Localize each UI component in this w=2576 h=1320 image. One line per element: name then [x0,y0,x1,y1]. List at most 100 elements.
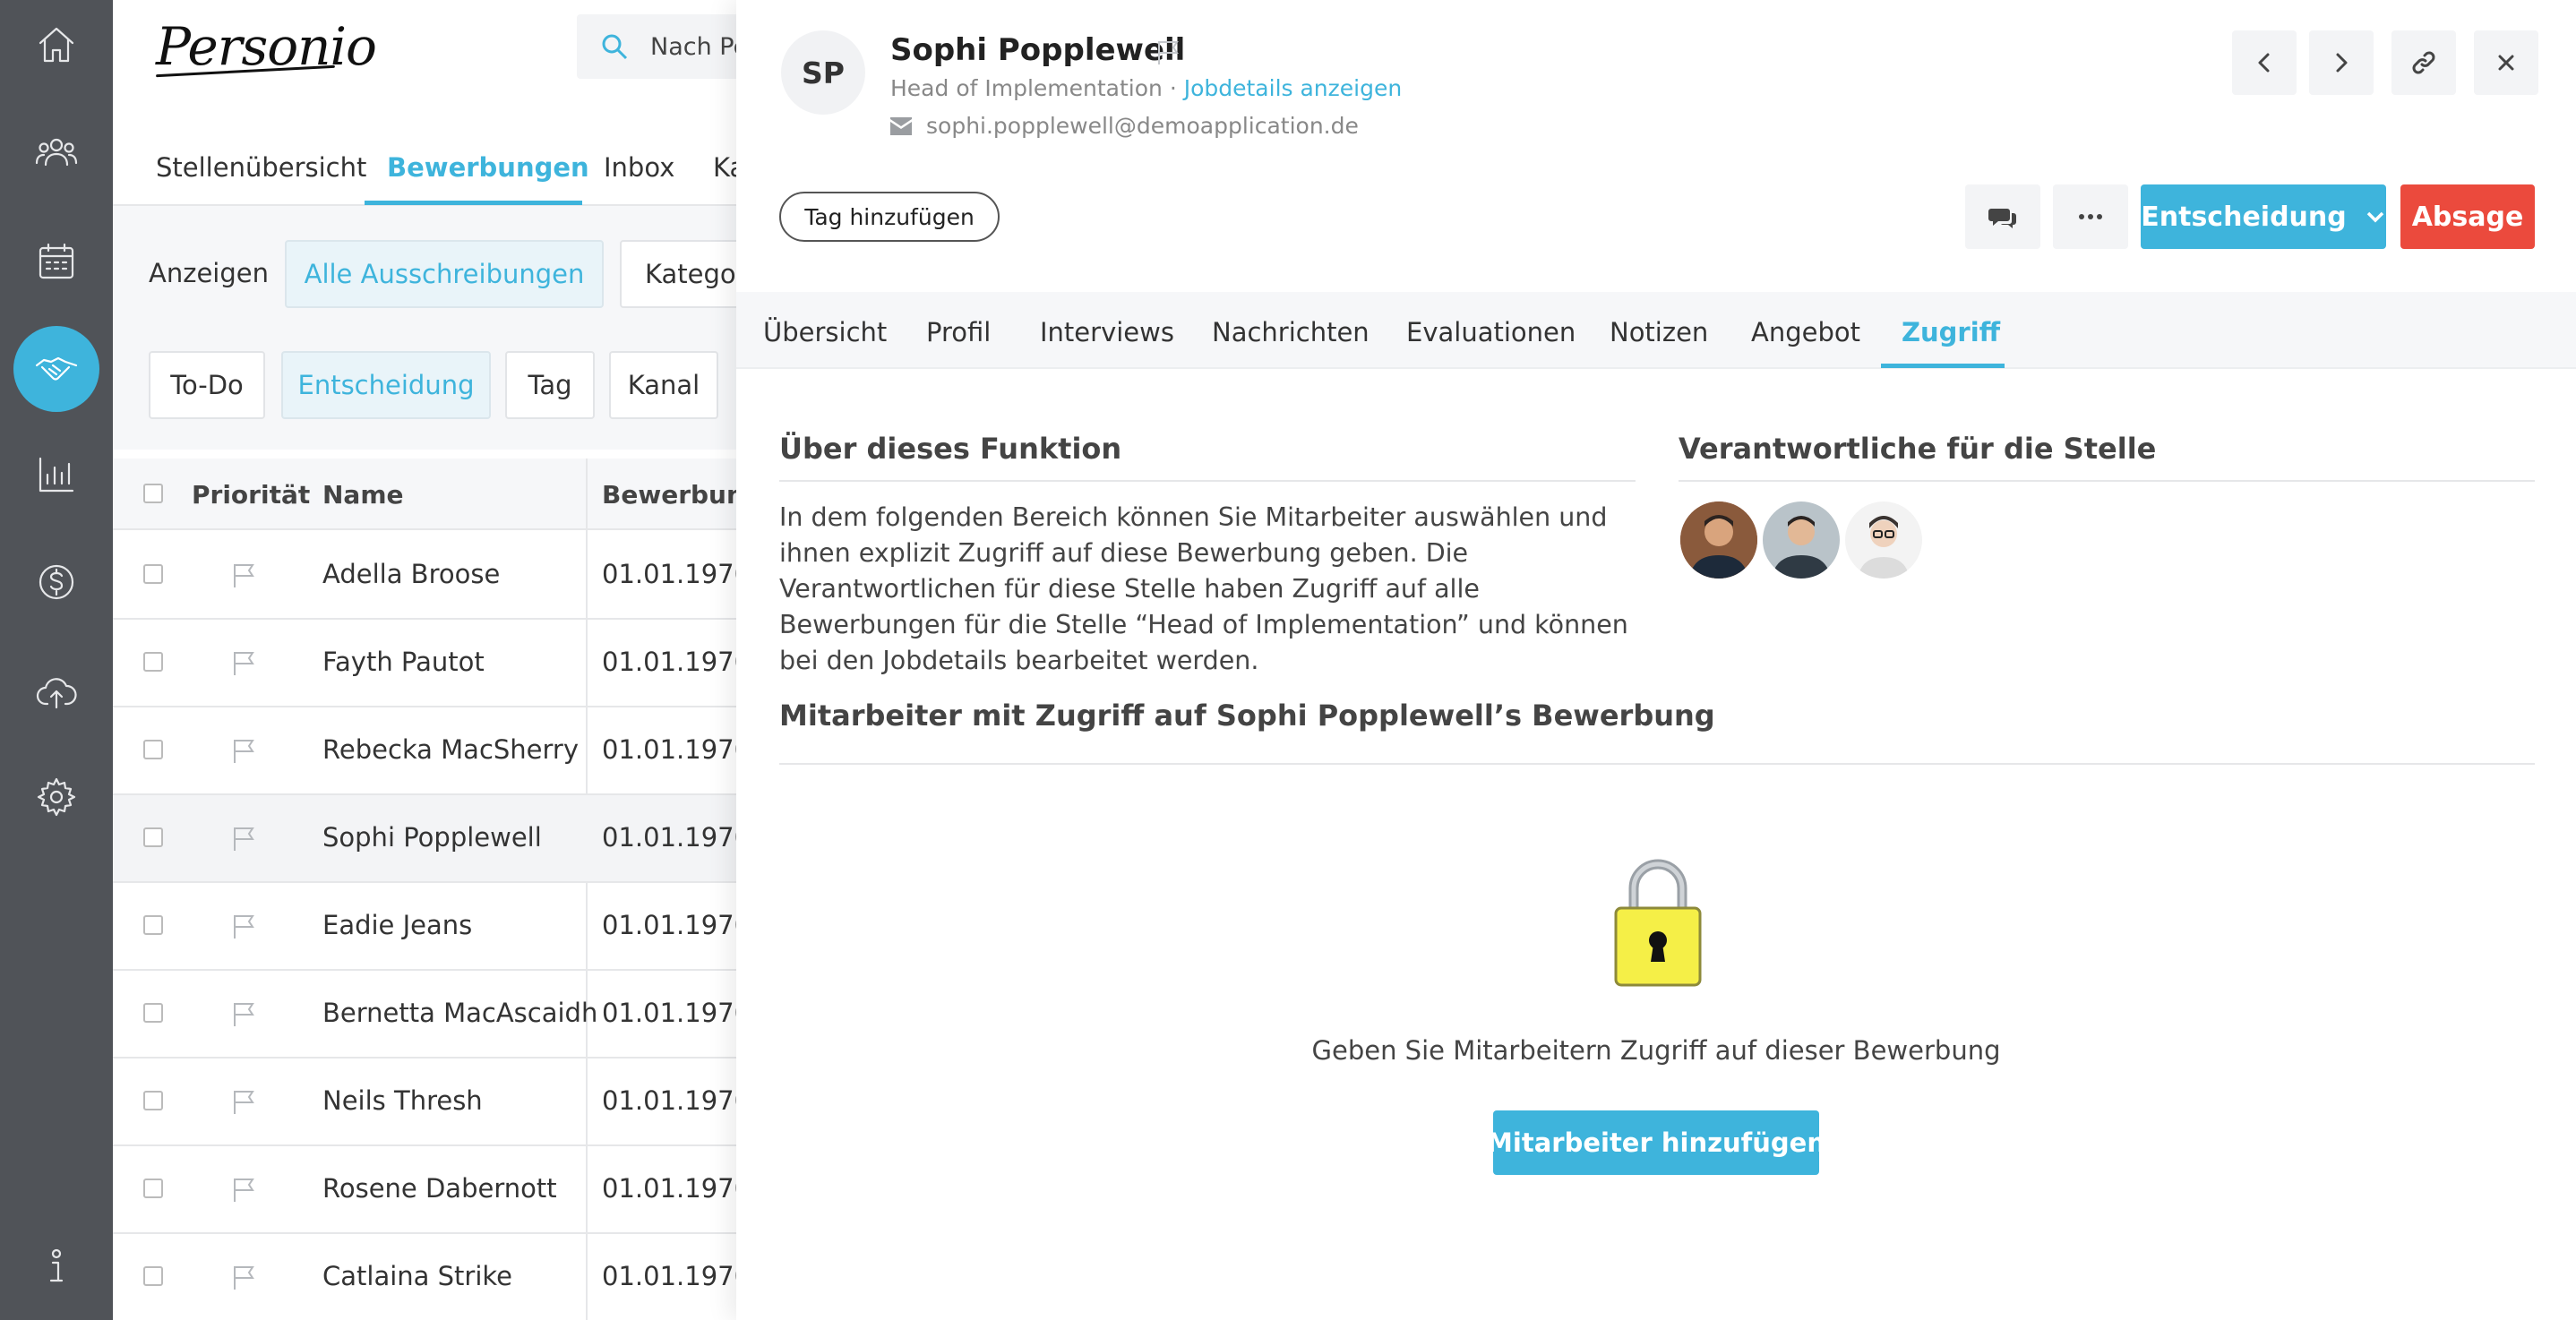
search-placeholder: Nach Pe [650,32,749,61]
nav-payroll[interactable] [0,537,113,627]
row-checkbox[interactable] [143,1179,163,1198]
reject-button[interactable]: Absage [2400,184,2535,249]
lock-icon [1609,847,1707,990]
row-priority-flag[interactable] [229,999,258,1028]
filter-all-postings[interactable]: Alle Ausschreibungen [285,240,604,308]
tab-profil[interactable]: Profil [926,317,991,347]
add-employee-button[interactable]: Mitarbeiter hinzufügen [1487,1110,1825,1175]
comment-button[interactable] [1965,184,2040,249]
job-details-link[interactable]: Jobdetails anzeigen [1184,75,1402,101]
search-icon [602,34,628,60]
row-checkbox[interactable] [143,740,163,759]
tab-stellenuebersicht[interactable]: Stellenübersicht [156,152,366,183]
filter-label: Anzeigen [149,258,269,288]
responsible-avatar-2[interactable] [1763,501,1840,579]
row-priority-flag[interactable] [229,648,258,677]
row-name[interactable]: Rebecka MacSherry [322,734,579,765]
more-options-button[interactable] [2053,184,2128,249]
row-checkbox[interactable] [143,564,163,584]
decision-button[interactable]: Entscheidung [2141,184,2386,249]
table-row[interactable]: Rebecka MacSherry 01.01.1970 [113,707,760,795]
priority-flag[interactable] [1154,38,1182,70]
responsible-divider [1679,480,2535,482]
table-row[interactable]: Sophi Popplewell 01.01.1970 [113,795,760,883]
tab-inbox[interactable]: Inbox [604,152,674,183]
subtitle-separator: · [1162,75,1184,101]
responsible-avatar-3[interactable] [1845,501,1922,579]
row-checkbox[interactable] [143,652,163,672]
row-priority-flag[interactable] [229,1175,258,1204]
flag-icon [1158,41,1179,64]
nav-settings[interactable] [0,752,113,842]
applicant-panel: SP Sophi Popplewell Head of Implementati… [736,0,2576,1320]
table-row[interactable]: Eadie Jeans 01.01.1970 [113,883,760,971]
chart-icon [39,457,74,493]
row-checkbox[interactable] [143,915,163,935]
nav-calendar[interactable] [0,217,113,306]
main-nav [0,0,113,1320]
row-name[interactable]: Adella Broose [322,559,500,589]
row-checkbox[interactable] [143,1003,163,1023]
select-all-checkbox[interactable] [143,484,163,503]
row-priority-flag[interactable] [229,736,258,765]
table-row[interactable]: Fayth Pautot 01.01.1970 [113,620,760,707]
person-photo-icon [1845,501,1922,579]
nav-analytics[interactable] [0,430,113,519]
tab-uebersicht[interactable]: Übersicht [763,317,887,347]
tab-notizen[interactable]: Notizen [1610,317,1708,347]
tab-angebot[interactable]: Angebot [1751,317,1860,347]
col-name[interactable]: Name [322,480,404,510]
nav-upload[interactable] [0,647,113,736]
tab-zugriff[interactable]: Zugriff [1902,317,2000,347]
table-row[interactable]: Rosene Dabernott 01.01.1970 [113,1146,760,1234]
next-button[interactable] [2309,30,2374,95]
chip-entscheidung[interactable]: Entscheidung [281,351,491,419]
active-tab-indicator [365,201,582,205]
row-date: 01.01.1970 [602,998,751,1028]
row-name[interactable]: Fayth Pautot [322,647,485,677]
table-row[interactable]: Neils Thresh 01.01.1970 [113,1059,760,1146]
row-name[interactable]: Catlaina Strike [322,1261,512,1291]
row-priority-flag[interactable] [229,824,258,853]
person-photo-icon [1763,501,1840,579]
row-name[interactable]: Neils Thresh [322,1085,483,1116]
row-name[interactable]: Rosene Dabernott [322,1173,557,1204]
add-tag-button[interactable]: Tag hinzufügen [779,192,1000,242]
table-row[interactable]: Catlaina Strike 01.01.1970 [113,1234,760,1320]
chip-tag[interactable]: Tag [505,351,595,419]
chip-kanal[interactable]: Kanal [609,351,718,419]
row-checkbox[interactable] [143,827,163,847]
dollar-icon [39,564,74,600]
row-priority-flag[interactable] [229,561,258,589]
row-checkbox[interactable] [143,1091,163,1110]
tab-bewerbungen[interactable]: Bewerbungen [387,152,589,183]
flag-icon [234,1179,254,1202]
nav-info[interactable] [0,1221,113,1311]
row-priority-flag[interactable] [229,912,258,940]
row-name[interactable]: Sophi Popplewell [322,822,542,853]
table-header: Priorität Name Bewerbung [113,459,762,530]
close-button[interactable] [2474,30,2538,95]
calendar-icon [39,243,74,279]
row-name[interactable]: Eadie Jeans [322,910,472,940]
decision-label: Entscheidung [2141,201,2347,233]
row-checkbox[interactable] [143,1266,163,1286]
table-row[interactable]: Adella Broose 01.01.1970 [113,532,760,620]
row-priority-flag[interactable] [229,1087,258,1116]
info-icon [49,1248,64,1282]
prev-button[interactable] [2232,30,2297,95]
row-name[interactable]: Bernetta MacAscaidh [322,998,597,1028]
table-row[interactable]: Bernetta MacAscaidh 01.01.1970 [113,971,760,1059]
chip-todo[interactable]: To-Do [149,351,265,419]
row-priority-flag[interactable] [229,1263,258,1291]
copy-link-button[interactable] [2391,30,2456,95]
responsible-avatar-1[interactable] [1680,501,1757,579]
tab-interviews[interactable]: Interviews [1040,317,1174,347]
tab-evaluationen[interactable]: Evaluationen [1406,317,1576,347]
tab-nachrichten[interactable]: Nachrichten [1212,317,1370,347]
nav-recruiting[interactable] [0,324,113,414]
applicant-name: Sophi Popplewell [890,32,1186,68]
nav-people[interactable] [0,107,113,197]
col-priority[interactable]: Priorität [192,480,310,510]
nav-home[interactable] [0,0,113,90]
